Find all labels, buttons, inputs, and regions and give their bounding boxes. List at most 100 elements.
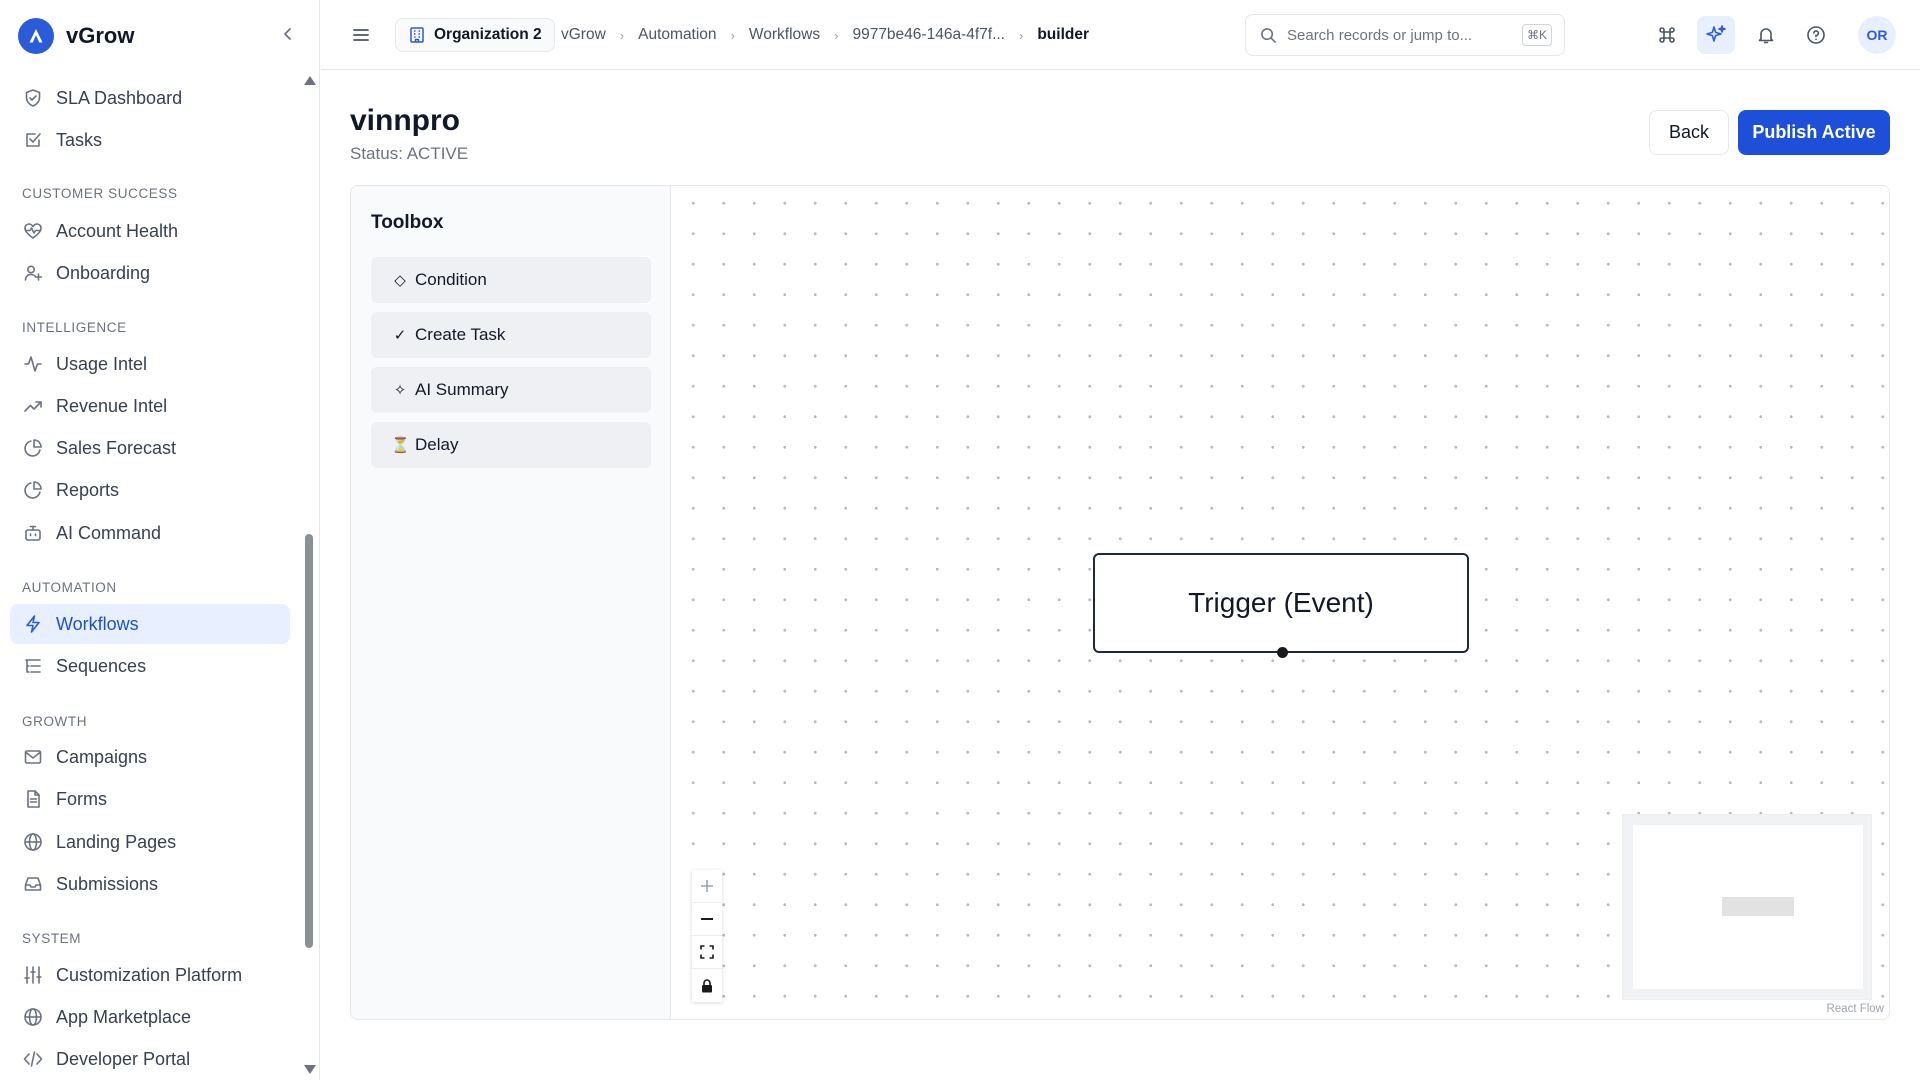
zoom-out-button[interactable]	[692, 903, 722, 936]
user-plus-icon	[22, 262, 44, 284]
sidebar-item-app-marketplace[interactable]: App Marketplace	[10, 997, 290, 1037]
section-growth: GROWTH	[22, 714, 88, 729]
lock-button[interactable]	[692, 969, 722, 1002]
zoom-in-button[interactable]	[692, 870, 722, 903]
sidebar-item-usage-intel[interactable]: Usage Intel	[10, 344, 290, 384]
fit-view-button[interactable]	[692, 936, 722, 969]
sidebar-item-sales-forecast[interactable]: Sales Forecast	[10, 428, 290, 468]
scroll-down-arrow-icon[interactable]	[304, 1065, 316, 1074]
sidebar-item-account-health[interactable]: Account Health	[10, 211, 290, 251]
node-output-handle[interactable]	[1277, 647, 1288, 658]
sidebar-item-landing-pages[interactable]: Landing Pages	[10, 822, 290, 862]
breadcrumb-vgrow[interactable]: vGrow	[561, 26, 606, 44]
sidebar-item-campaigns[interactable]: Campaigns	[10, 737, 290, 777]
sidebar-item-label: Campaigns	[56, 746, 148, 767]
fit-view-icon	[700, 945, 714, 959]
sidebar-item-revenue-intel[interactable]: Revenue Intel	[10, 386, 290, 426]
sidebar-item-label: Submissions	[56, 873, 159, 894]
sidebar-item-label: Revenue Intel	[56, 395, 168, 416]
breadcrumb-workflow-id[interactable]: 9977be46-146a-4f7f...	[852, 26, 1005, 44]
sidebar-item-reports[interactable]: Reports	[10, 470, 290, 510]
sidebar-item-submissions[interactable]: Submissions	[10, 864, 290, 904]
trigger-node[interactable]: Trigger (Event)	[1093, 553, 1469, 658]
checkbox-icon	[22, 129, 44, 151]
help-button[interactable]	[1797, 16, 1835, 54]
flow-canvas[interactable]: Trigger (Event) React Flow	[672, 186, 1889, 1019]
sidebar-item-label: AI Command	[56, 522, 162, 543]
ai-assistant-button[interactable]	[1697, 16, 1735, 54]
chevron-right-icon: ›	[1019, 27, 1024, 43]
sidebar-item-ai-command[interactable]: AI Command	[10, 513, 290, 553]
breadcrumb-automation[interactable]: Automation	[638, 26, 716, 44]
sliders-icon	[22, 964, 44, 986]
status-text: Status: ACTIVE	[350, 144, 469, 163]
sidebar-item-label: Usage Intel	[56, 353, 148, 374]
section-customer-success: CUSTOMER SUCCESS	[22, 186, 178, 201]
avatar[interactable]: OR	[1858, 16, 1896, 54]
toolbox-item-ai-summary[interactable]: ✧ AI Summary	[371, 367, 651, 413]
react-flow-attribution[interactable]: React Flow	[1823, 1002, 1887, 1016]
sidebar-item-forms[interactable]: Forms	[10, 779, 290, 819]
breadcrumb-workflows[interactable]: Workflows	[749, 26, 820, 44]
building-icon	[410, 27, 424, 43]
search-icon	[1261, 27, 1276, 43]
chevron-right-icon: ›	[619, 27, 625, 43]
sidebar-item-customization-platform[interactable]: Customization Platform	[10, 955, 290, 995]
diamond-icon: ◇	[394, 272, 406, 289]
chevron-right-icon: ›	[834, 27, 839, 43]
toolbox-title: Toolbox	[371, 212, 444, 233]
sidebar-item-tasks[interactable]: Tasks	[10, 120, 290, 160]
topbar: Organization 2 vGrow › Automation › Work…	[321, 0, 1920, 70]
org-name: Organization 2	[434, 26, 542, 43]
section-system: SYSTEM	[22, 931, 82, 946]
sidebar-item-workflows[interactable]: Workflows	[10, 604, 290, 644]
heart-pulse-icon	[22, 220, 44, 242]
chevron-right-icon: ›	[730, 27, 735, 43]
sidebar-item-label: Sales Forecast	[56, 437, 177, 458]
sidebar-item-onboarding[interactable]: Onboarding	[10, 253, 290, 293]
lock-icon	[702, 978, 712, 992]
sidebar-item-label: Landing Pages	[56, 831, 177, 852]
list-tree-icon	[22, 655, 44, 677]
mail-icon	[22, 746, 44, 768]
globe-icon	[22, 831, 44, 853]
back-button[interactable]: Back	[1649, 110, 1729, 155]
publish-button[interactable]: Publish Active	[1738, 110, 1890, 155]
org-switcher[interactable]: Organization 2	[395, 18, 555, 52]
menu-button[interactable]	[349, 23, 373, 47]
minimap-viewport	[1633, 825, 1863, 989]
toolbox-item-label: Create Task	[415, 325, 506, 344]
app-name: vGrow	[66, 23, 135, 48]
brand[interactable]: vGrow	[18, 17, 134, 55]
command-button[interactable]	[1648, 16, 1686, 54]
minus-icon	[701, 918, 713, 920]
sidebar-item-developer-portal[interactable]: Developer Portal	[10, 1039, 290, 1079]
bolt-icon	[22, 613, 44, 635]
file-text-icon	[22, 788, 44, 810]
toolbox-item-create-task[interactable]: ✓ Create Task	[371, 312, 651, 358]
sidebar-item-label: Account Health	[56, 220, 179, 241]
scroll-up-arrow-icon[interactable]	[304, 76, 316, 85]
flow-controls	[692, 870, 722, 1002]
code-icon	[22, 1048, 44, 1070]
sidebar-item-label: App Marketplace	[56, 1006, 192, 1027]
sidebar-scrollbar[interactable]	[302, 72, 316, 1080]
sidebar-item-sla-dashboard[interactable]: SLA Dashboard	[10, 78, 290, 118]
toolbox-item-label: AI Summary	[415, 380, 509, 399]
toolbox-item-delay[interactable]: ⏳ Delay	[371, 422, 651, 468]
trending-up-icon	[22, 395, 44, 417]
toolbox-item-condition[interactable]: ◇ Condition	[371, 257, 651, 303]
chevron-left-icon	[284, 28, 291, 40]
command-icon	[1659, 27, 1675, 43]
notifications-button[interactable]	[1747, 16, 1785, 54]
sidebar-item-label: Forms	[56, 788, 107, 809]
collapse-sidebar-button[interactable]	[276, 22, 300, 46]
scrollbar-thumb[interactable]	[305, 534, 313, 948]
node-label: Trigger (Event)	[1188, 587, 1374, 618]
search-shortcut: ⌘K	[1522, 24, 1552, 46]
minimap[interactable]	[1622, 814, 1872, 1000]
global-search[interactable]: ⌘K	[1245, 14, 1565, 56]
search-input[interactable]	[1287, 26, 1507, 44]
sidebar-item-sequences[interactable]: Sequences	[10, 646, 290, 686]
bot-icon	[22, 522, 44, 544]
